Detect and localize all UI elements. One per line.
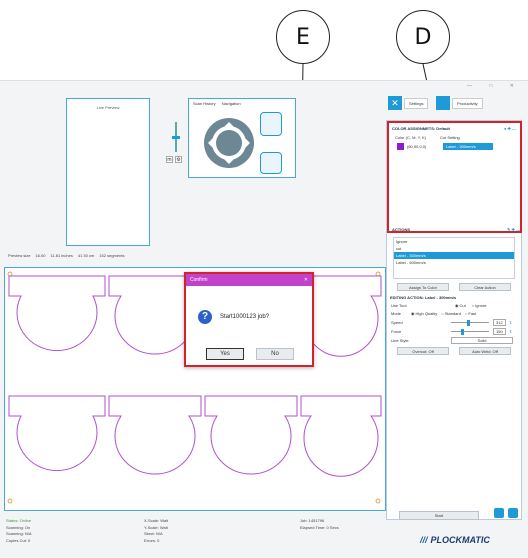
home-icon[interactable] bbox=[260, 112, 282, 136]
zoom-settings-icon[interactable]: ⚙ bbox=[175, 156, 182, 163]
speed-label: Speed bbox=[391, 320, 403, 325]
standard-radio-label: Standard bbox=[444, 311, 461, 316]
action-item-selected[interactable]: Label - 300mm/s bbox=[394, 252, 514, 259]
live-preview-label: Live Preview bbox=[96, 105, 120, 110]
force-value-input[interactable]: 150 bbox=[493, 328, 506, 335]
editing-title: EDITING ACTION: Label - 300mm/s bbox=[390, 295, 457, 300]
action-item[interactable]: Label - 600mm/s bbox=[394, 259, 514, 266]
fast-radio[interactable]: ○ bbox=[465, 311, 467, 316]
preview-height: 11.81 inches bbox=[50, 253, 73, 258]
brand-logo: /// PLOCKMATIC bbox=[420, 535, 490, 545]
question-icon: ? bbox=[198, 310, 212, 324]
actions-title: ACTIONS bbox=[392, 227, 410, 232]
ignore-radio[interactable]: ○ bbox=[472, 303, 474, 308]
settings-button[interactable]: ✕ Settings bbox=[388, 96, 429, 110]
clear-action-button[interactable]: Clear Action bbox=[459, 283, 511, 291]
ignore-radio-label: Ignore bbox=[475, 303, 487, 308]
zoom-slider[interactable] bbox=[168, 122, 184, 154]
fast-radio-label: Fast bbox=[468, 311, 477, 316]
locate-icon[interactable] bbox=[260, 152, 282, 174]
status-scanning-na: Scanning: N/A bbox=[6, 531, 32, 536]
confirm-dialog: Confirm ✕ ? Start1000123 job? Yes No bbox=[184, 272, 314, 367]
wrench-icon: ✕ bbox=[388, 96, 402, 110]
preview-segments: 152 segments bbox=[99, 253, 125, 258]
status-elapsed: Elapsed Time: 0 Secs bbox=[300, 524, 339, 530]
color-assignments-section: COLOR ASSIGNMETS: Default ● ✚ — Color (C… bbox=[387, 121, 522, 233]
status-errors: Errors: 0 bbox=[144, 537, 160, 543]
assign-to-color-button[interactable]: Assign To Color bbox=[397, 283, 449, 291]
overcut-button[interactable]: Overcut: Off bbox=[397, 347, 449, 355]
color-assign-title-left: COLOR ASSIGNME bbox=[392, 126, 429, 131]
color-assign-tools-icon[interactable]: ● ✚ — bbox=[504, 126, 516, 131]
auto-weld-button[interactable]: Auto Weld: Off bbox=[459, 347, 511, 355]
yes-button[interactable]: Yes bbox=[206, 348, 244, 360]
line-style-label: Line Style bbox=[391, 338, 409, 343]
dialog-titlebar: Confirm ✕ bbox=[186, 274, 312, 286]
standard-radio[interactable]: ○ bbox=[441, 311, 443, 316]
brand-mark-icon: /// bbox=[420, 535, 428, 545]
window-controls[interactable]: — □ ✕ bbox=[467, 83, 522, 89]
live-preview-panel: Live Preview bbox=[66, 98, 150, 246]
zoom-minus-button[interactable]: m bbox=[166, 156, 173, 163]
hq-radio[interactable]: ◉ bbox=[411, 311, 415, 316]
color-swatch bbox=[397, 143, 404, 150]
preview-width: 16.00 bbox=[35, 253, 46, 258]
line-style-select[interactable]: Solid bbox=[451, 337, 513, 344]
status-copies: Copies Cut: 0 bbox=[6, 537, 31, 543]
speed-slider[interactable] bbox=[451, 319, 489, 326]
speed-stepper-icon[interactable]: ⇕ bbox=[509, 320, 512, 325]
force-slider[interactable] bbox=[451, 328, 489, 335]
tab-navigation[interactable]: Navigation bbox=[222, 101, 241, 106]
save-icon[interactable] bbox=[494, 508, 504, 518]
col-color-header: Color (C, M, Y, K) bbox=[395, 135, 426, 140]
status-col3: Job: 1451796 Elapsed Time: 0 Secs bbox=[300, 518, 339, 531]
status-online: Status: Online bbox=[6, 518, 32, 523]
actions-list[interactable]: Ignore cut Label - 300mm/s Label - 600mm… bbox=[393, 237, 515, 279]
status-col2: X-Scale: Wait Y-Scale: Wait Skew: N/A Er… bbox=[144, 518, 168, 544]
dialog-close-icon[interactable]: ✕ bbox=[304, 277, 308, 283]
productivity-button[interactable]: Productivity bbox=[436, 96, 483, 110]
right-panel: COLOR ASSIGNMETS: Default ● ✚ — Color (C… bbox=[386, 120, 522, 520]
action-item[interactable]: cut bbox=[394, 245, 514, 252]
preview-size-label: Preview size bbox=[8, 253, 31, 258]
status-xscale: X-Scale: Wait bbox=[144, 518, 169, 523]
productivity-label: Productivity bbox=[452, 97, 483, 109]
preview-metric: 41 30 cm bbox=[77, 253, 95, 258]
no-button[interactable]: No bbox=[256, 348, 294, 360]
force-label: Force bbox=[391, 329, 402, 334]
color-assign-title-right: TS: Default bbox=[428, 126, 450, 131]
cut-setting-select[interactable]: Label - 300mm/s bbox=[443, 143, 493, 150]
productivity-icon bbox=[436, 96, 450, 110]
actions-tools-icon[interactable]: ✎ ✚ — bbox=[507, 227, 520, 232]
mode-label: Mode bbox=[391, 311, 402, 316]
force-stepper-icon[interactable]: ⇕ bbox=[509, 329, 512, 334]
settings-label: Settings bbox=[404, 97, 429, 109]
brand-name: PLOCKMATIC bbox=[430, 535, 490, 545]
hq-radio-label: High Quality bbox=[415, 311, 438, 316]
color-value: (60,90,0,0) bbox=[407, 144, 427, 149]
dialog-message: Start1000123 job? bbox=[220, 314, 270, 320]
status-col1: Status: Online Scanning: On Scanning: N/… bbox=[6, 518, 32, 544]
dialog-title: Confirm bbox=[190, 277, 208, 283]
export-icon[interactable] bbox=[508, 508, 518, 518]
tab-scan-history[interactable]: Scan History bbox=[193, 101, 216, 106]
start-button[interactable]: Start bbox=[399, 511, 479, 520]
speed-value-input[interactable]: 312 bbox=[493, 319, 506, 326]
navigation-dpad[interactable] bbox=[200, 114, 258, 172]
cut-radio[interactable]: ◉ bbox=[455, 303, 459, 308]
cut-radio-label: Cut bbox=[459, 303, 466, 308]
use-tool-label: Use Tool bbox=[391, 303, 407, 308]
preview-size-bar: Preview size 16.00 11.81 inches 41 30 cm… bbox=[8, 253, 124, 258]
action-item[interactable]: Ignore bbox=[394, 238, 514, 245]
col-cut-setting-header: Cut Setting bbox=[439, 135, 460, 140]
